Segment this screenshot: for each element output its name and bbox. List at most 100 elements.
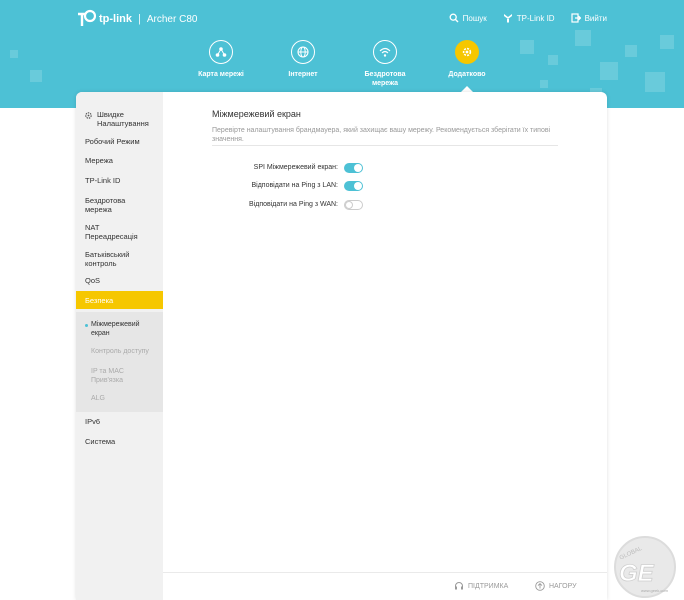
sidebar-item-label: Робочий Режим <box>85 137 140 146</box>
page-title: Міжмережевий екран <box>212 109 301 119</box>
toggle-knob <box>354 182 362 190</box>
back-to-top-label: НАГОРУ <box>549 582 577 590</box>
sidebar-item-wireless[interactable]: Бездротова мережа <box>76 196 136 214</box>
globe-icon <box>297 46 309 58</box>
search-button[interactable]: Пошук <box>449 13 487 23</box>
sidebar-sub-alg[interactable]: ALG <box>76 394 163 403</box>
svg-text:GE: GE <box>619 560 655 587</box>
sidebar-item-quick-setup[interactable]: Швидке Налаштування <box>76 110 163 128</box>
sidebar-item-label: TP-Link ID <box>85 176 121 185</box>
sidebar-item-label: Мережа <box>85 156 113 165</box>
nav-circle <box>209 40 233 64</box>
model-name: Archer C80 <box>146 13 198 25</box>
brand-separator: | <box>138 13 141 25</box>
nav-circle <box>291 40 315 64</box>
sidebar-item-operation-mode[interactable]: Робочий Режим <box>76 137 163 146</box>
support-button[interactable]: ПІДТРИМКА <box>454 581 508 591</box>
main-card: Швидке Налаштування Робочий Режим Мережа… <box>76 92 607 600</box>
nav-advanced[interactable]: Додатково <box>426 40 508 92</box>
nav-circle <box>373 40 397 64</box>
decor-pixel <box>645 72 665 92</box>
sidebar-item-qos[interactable]: QoS <box>76 276 163 285</box>
tp-link-logo[interactable]: tp-link | Archer C80 <box>76 9 197 29</box>
sidebar-item-label: Бездротова мережа <box>85 196 126 214</box>
sidebar-sub-label: Міжмережевий екран <box>91 321 140 337</box>
sidebar-item-ipv6[interactable]: IPv6 <box>76 417 163 426</box>
search-label: Пошук <box>462 13 487 23</box>
spi-firewall-toggle[interactable] <box>344 163 363 173</box>
arrow-up-icon <box>535 581 545 591</box>
active-dot <box>85 324 88 327</box>
back-to-top-button[interactable]: НАГОРУ <box>535 581 577 591</box>
geek-watermark-logo: GLOBAL GE www.geek.com <box>605 525 684 600</box>
svg-text:www.geek.com: www.geek.com <box>641 588 669 593</box>
network-map-icon <box>215 47 227 57</box>
sidebar-item-network[interactable]: Мережа <box>76 156 163 165</box>
sidebar-item-label: Система <box>85 437 116 446</box>
sidebar-item-parental-control[interactable]: Батьківський контроль <box>76 250 146 268</box>
sidebar-item-system[interactable]: Система <box>76 437 163 446</box>
decor-pixel <box>540 80 548 88</box>
sidebar-sub-label: IP та MAC Прив'язка <box>91 368 124 384</box>
divider <box>212 145 558 146</box>
decor-pixel <box>625 45 637 57</box>
header-actions: Пошук TP-Link ID Вийти <box>449 13 607 23</box>
nav-internet[interactable]: Інтернет <box>262 40 344 88</box>
sidebar-item-tp-link-id[interactable]: TP-Link ID <box>76 176 163 185</box>
gear-icon <box>462 47 472 57</box>
decor-pixel <box>30 70 42 82</box>
decor-pixel <box>600 62 618 80</box>
decor-pixel <box>10 50 18 58</box>
tp-link-id-label: TP-Link ID <box>516 13 555 23</box>
sidebar-item-label: Швидке Налаштування <box>97 110 149 128</box>
decor-pixel <box>520 40 534 54</box>
sidebar-item-label: QoS <box>85 276 101 285</box>
sidebar-item-label: IPv6 <box>85 417 101 426</box>
sidebar-item-security[interactable]: Безпека <box>76 291 163 309</box>
logout-icon <box>570 13 581 23</box>
ping-lan-toggle[interactable] <box>344 181 363 191</box>
sidebar-item-nat[interactable]: NAT Переадресація <box>76 223 146 241</box>
sidebar-item-label: NAT Переадресація <box>85 223 138 241</box>
nav-network-map[interactable]: Карта мережі <box>180 40 262 88</box>
ping-wan-label: Відповідати на Ping з WAN: <box>249 201 338 208</box>
sidebar-sub-ip-mac-binding[interactable]: IP та MAC Прив'язка <box>76 367 136 385</box>
nav-network-map-label: Карта мережі <box>198 71 244 78</box>
support-label: ПІДТРИМКА <box>468 582 509 590</box>
logout-button[interactable]: Вийти <box>570 13 607 23</box>
nav-wireless[interactable]: Бездротова мережа <box>344 40 426 88</box>
toggle-knob <box>345 201 353 209</box>
spi-firewall-label: SPI Міжмережевий екран: <box>253 164 338 171</box>
headset-icon <box>455 582 463 590</box>
ping-lan-label: Відповідати на Ping з LAN: <box>251 182 338 189</box>
security-submenu: Міжмережевий екран Контроль доступу IP т… <box>76 312 163 412</box>
brand-name: tp-link <box>99 13 132 25</box>
tp-link-logo-icon <box>76 9 97 29</box>
content-panel: Міжмережевий екран Перевірте налаштуванн… <box>163 92 607 600</box>
sidebar: Швидке Налаштування Робочий Режим Мережа… <box>76 92 163 600</box>
sidebar-sub-label: ALG <box>91 395 106 402</box>
user-icon <box>503 14 512 23</box>
sidebar-item-label: Батьківський контроль <box>85 250 130 268</box>
gear-icon <box>85 112 92 119</box>
decor-pixel <box>548 55 558 65</box>
nav-circle <box>455 40 479 64</box>
search-icon <box>449 13 459 23</box>
page-description: Перевірте налаштування брандмауера, який… <box>212 127 551 143</box>
decor-pixel <box>660 35 674 49</box>
ping-wan-toggle[interactable] <box>344 200 363 210</box>
sidebar-sub-label: Контроль доступу <box>91 348 149 355</box>
wifi-icon <box>379 47 391 57</box>
main-nav: Карта мережі Інтернет Бездротова мережа … <box>180 40 508 92</box>
sidebar-item-label: Безпека <box>85 295 114 305</box>
nav-wireless-label: Бездротова мережа <box>364 71 406 87</box>
logout-label: Вийти <box>584 13 607 23</box>
toggle-knob <box>354 164 362 172</box>
nav-internet-label: Інтернет <box>288 71 318 78</box>
nav-advanced-label: Додатково <box>448 71 486 78</box>
footer-bar: ПІДТРИМКА НАГОРУ <box>163 572 607 600</box>
sidebar-sub-firewall[interactable]: Міжмережевий екран <box>76 320 146 338</box>
tp-link-id-button[interactable]: TP-Link ID <box>503 13 555 23</box>
decor-pixel <box>575 30 591 46</box>
sidebar-sub-access-control[interactable]: Контроль доступу <box>76 347 163 356</box>
